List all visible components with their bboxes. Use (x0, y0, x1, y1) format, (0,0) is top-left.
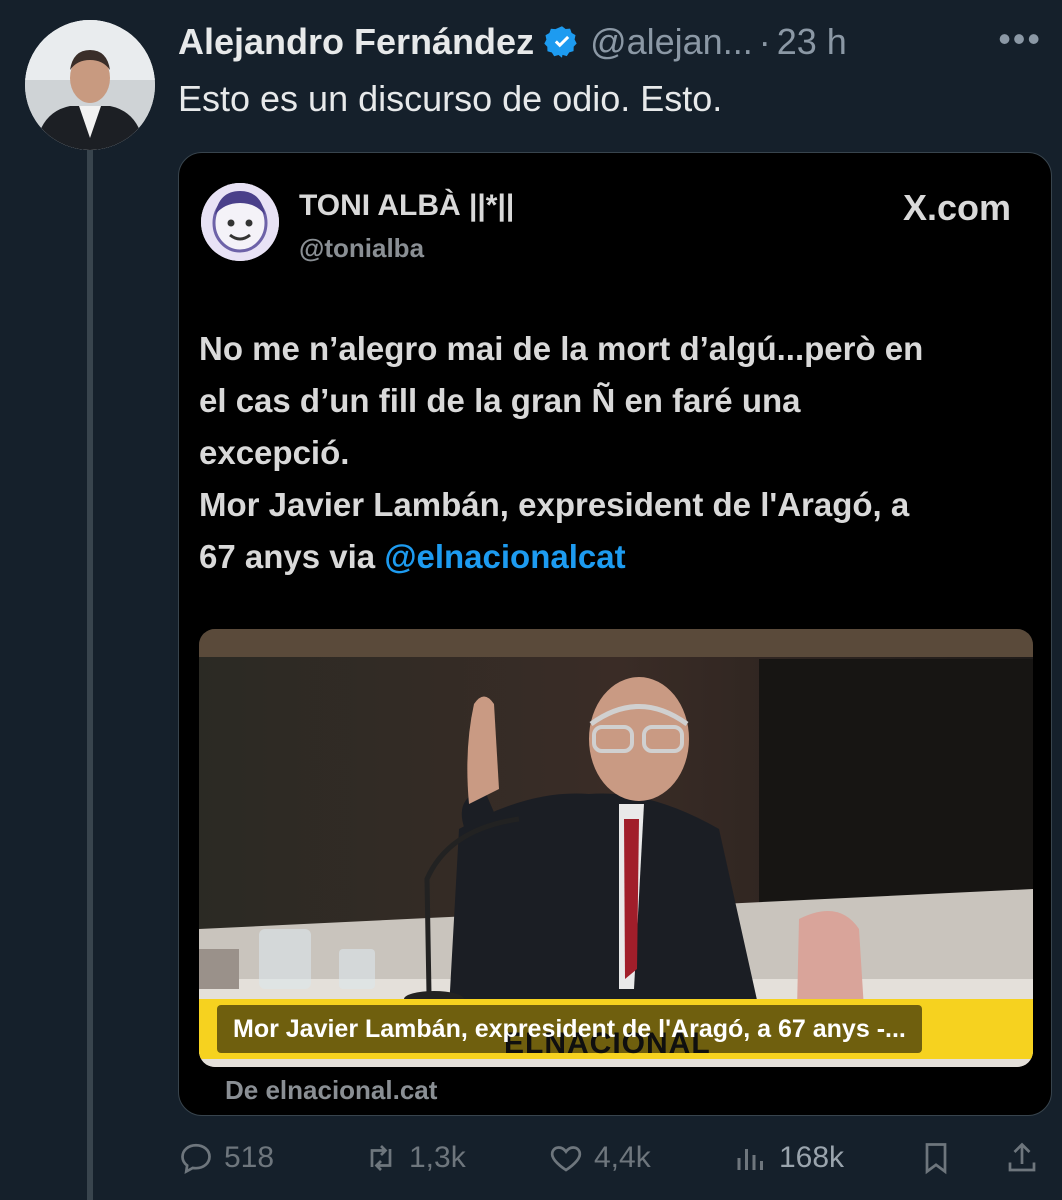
views-count: 168k (779, 1141, 845, 1174)
quoted-text-line: excepció. (199, 434, 350, 471)
bookmark-button[interactable] (918, 1140, 954, 1176)
x-logo: X.com (902, 187, 1011, 228)
repost-button[interactable]: 1,3k (363, 1140, 466, 1176)
mention-link[interactable]: @elnacionalcat (384, 538, 625, 575)
link-source[interactable]: De elnacional.cat (225, 1075, 437, 1106)
author-name[interactable]: Alejandro Fernández (178, 21, 534, 63)
repost-icon (370, 1145, 392, 1171)
views-icon (737, 1149, 763, 1170)
tweet-text: Esto es un discurso de odio. Esto. (178, 78, 723, 119)
heart-icon (550, 1146, 582, 1172)
author-handle[interactable]: @alejan... (590, 21, 753, 63)
author-avatar[interactable] (25, 20, 155, 150)
reply-icon (181, 1143, 211, 1175)
quoted-author-handle: @tonialba (299, 233, 425, 263)
separator-dot: · (758, 21, 771, 62)
news-photo[interactable]: ELNACIONAL Mor Javier Lambán, expresiden… (199, 629, 1033, 1067)
verified-badge-icon (544, 26, 577, 58)
author-photo (25, 20, 155, 150)
thread-line (87, 150, 93, 1200)
like-button[interactable]: 4,4k (548, 1140, 651, 1176)
quoted-text-line: Mor Javier Lambán, expresident de l'Arag… (199, 486, 910, 523)
tweet-timestamp[interactable]: 23 h (777, 21, 847, 63)
like-count: 4,4k (594, 1141, 651, 1174)
quoted-text-prefix: 67 anys via (199, 538, 385, 575)
quoted-text: No me n’alegro mai de la mort d’algú...p… (199, 323, 1039, 583)
quoted-author-name: TONI ALBÀ ||*|| (299, 189, 515, 222)
reply-count: 518 (224, 1141, 275, 1174)
reply-button[interactable]: 518 (178, 1140, 274, 1176)
attached-image-card[interactable]: TONI ALBÀ ||*|| @tonialba X.com No me n’… (178, 152, 1052, 1116)
more-icon[interactable]: ••• (998, 18, 1042, 60)
quoted-text-line: 67 anys via @elnacionalcat (199, 531, 1039, 583)
quoted-avatar (201, 183, 279, 261)
bookmark-icon (925, 1143, 947, 1175)
quoted-text-line: No me n’alegro mai de la mort d’algú...p… (199, 330, 924, 367)
tweet-header: Alejandro Fernández @alejan... · 23 h ••… (178, 18, 1042, 66)
repost-count: 1,3k (409, 1141, 466, 1174)
views-button[interactable]: 168k (733, 1140, 844, 1176)
share-button[interactable] (1004, 1140, 1040, 1176)
cartoon-face-icon (201, 183, 279, 261)
share-icon (1008, 1142, 1036, 1172)
action-bar: 518 1,3k 4,4k 168k (178, 1140, 1050, 1190)
image-caption: Mor Javier Lambán, expresident de l'Arag… (217, 1005, 922, 1053)
quoted-text-line: el cas d’un fill de la gran Ñ en faré un… (199, 382, 801, 419)
